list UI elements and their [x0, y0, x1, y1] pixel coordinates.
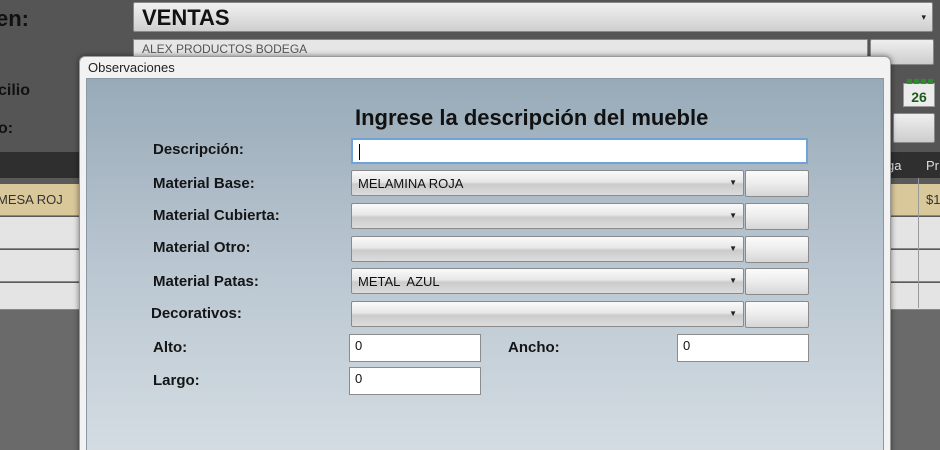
bg-label-domicilio: cilio — [0, 82, 31, 99]
material-patas-label: Material Patas: — [153, 273, 259, 290]
decorativos-select[interactable]: ▼ — [351, 301, 744, 327]
material-patas-add-button[interactable] — [745, 268, 809, 295]
material-otro-select[interactable]: ▼ — [351, 236, 744, 262]
material-patas-select[interactable]: METAL AZUL ▼ — [351, 268, 744, 294]
row-description: MESA ROJ — [0, 192, 63, 207]
row-price: $1 — [926, 192, 940, 207]
decorativos-add-button[interactable] — [745, 301, 809, 328]
ancho-value: 0 — [683, 338, 691, 353]
counter-badge: 26 — [903, 79, 935, 107]
descripcion-input[interactable] — [351, 138, 808, 164]
chevron-down-icon: ▼ — [729, 211, 737, 220]
largo-value: 0 — [355, 371, 363, 386]
counter-decoration — [907, 79, 933, 84]
observaciones-dialog: Observaciones Ingrese la descripción del… — [79, 56, 891, 450]
material-base-label: Material Base: — [153, 175, 255, 192]
grid-divider — [918, 178, 919, 308]
material-cubierta-add-button[interactable] — [745, 203, 809, 230]
alto-value: 0 — [355, 338, 363, 353]
dialog-heading: Ingrese la descripción del mueble — [355, 105, 709, 130]
material-base-add-button[interactable] — [745, 170, 809, 197]
chevron-down-icon: ▼ — [729, 276, 737, 285]
row-description-text: MESA ROJ — [0, 192, 63, 207]
material-base-select[interactable]: MELAMINA ROJA ▼ — [351, 170, 744, 196]
dialog-title: Observaciones — [88, 60, 175, 75]
chevron-down-icon: ▾ — [921, 12, 926, 22]
material-otro-label: Material Otro: — [153, 239, 251, 256]
material-cubierta-select[interactable]: ▼ — [351, 203, 744, 229]
alto-label: Alto: — [153, 339, 188, 356]
bg-label-origen: en: — [0, 6, 29, 31]
dialog-body: Ingrese la descripción del mueble Descri… — [86, 78, 884, 450]
chevron-down-icon: ▼ — [729, 309, 737, 318]
chevron-down-icon: ▼ — [729, 244, 737, 253]
text-caret — [359, 144, 360, 160]
bg-label-other: o: — [0, 120, 14, 137]
section-select-value: VENTAS — [142, 5, 230, 30]
descripcion-label: Descripción: — [153, 141, 244, 158]
largo-input[interactable]: 0 — [349, 367, 481, 395]
bg-side-button[interactable] — [893, 113, 935, 143]
alto-input[interactable]: 0 — [349, 334, 481, 362]
section-select[interactable]: VENTAS ▾ — [133, 2, 933, 32]
ancho-input[interactable]: 0 — [677, 334, 809, 362]
largo-label: Largo: — [153, 372, 200, 389]
decorativos-label: Decorativos: — [151, 305, 242, 322]
material-otro-add-button[interactable] — [745, 236, 809, 263]
ancho-label: Ancho: — [508, 339, 560, 356]
material-patas-value: METAL AZUL — [358, 274, 440, 289]
grid-header-col: Pr — [926, 158, 939, 173]
client-field-value: ALEX PRODUCTOS BODEGA — [142, 42, 308, 56]
counter-value: 26 — [911, 89, 927, 105]
material-base-value: MELAMINA ROJA — [358, 176, 464, 191]
material-cubierta-label: Material Cubierta: — [153, 207, 280, 224]
chevron-down-icon: ▼ — [729, 178, 737, 187]
